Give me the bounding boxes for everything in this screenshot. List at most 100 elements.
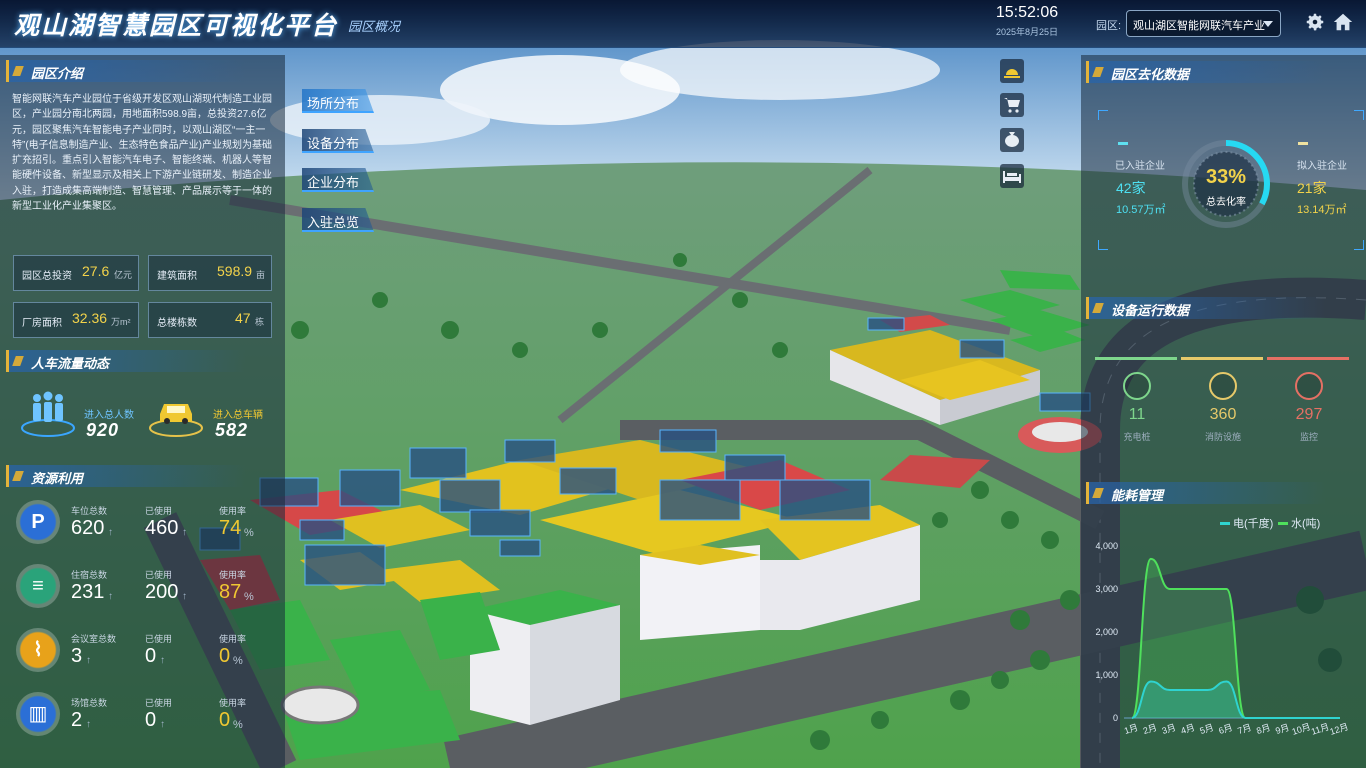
camera-icon — [1295, 372, 1323, 400]
menu-occupancy-overview[interactable]: 入驻总览 — [302, 208, 374, 232]
percent-sign: % — [244, 527, 254, 539]
venue-icon: ▥ — [16, 692, 60, 736]
chevron-down-icon — [1263, 21, 1273, 27]
fire-icon — [1209, 372, 1237, 400]
page-subtitle[interactable]: 园区概况 — [348, 16, 400, 35]
device-bar — [1095, 357, 1177, 360]
park-select-value: 观山湖区智能网联汽车产业 — [1133, 20, 1265, 32]
up-arrow-icon: ↑ — [160, 719, 165, 730]
up-arrow-icon: ↑ — [182, 527, 187, 538]
res-used-value: 200 — [145, 581, 179, 603]
res-total-label: 车位总数 — [71, 506, 108, 516]
stat-factory-area: 厂房面积 32.36 万m² — [13, 302, 139, 338]
legend-label: 电(千度) — [1233, 516, 1273, 530]
x-tick-label: 12月 — [1328, 721, 1349, 736]
car-icon — [149, 404, 203, 437]
menu-venue-distribution[interactable]: 场所分布 — [302, 89, 374, 113]
res-rate-label: 使用率 — [219, 570, 247, 580]
money-bag-icon-button[interactable] — [1000, 128, 1024, 152]
bed-icon — [1003, 171, 1021, 183]
energy-title: 能耗管理 — [1086, 482, 1326, 504]
intro-title: 园区介绍 — [6, 60, 246, 82]
res-used-value: 460 — [145, 517, 179, 539]
occupied-area: 10.57万㎡ — [1116, 204, 1166, 216]
menu-device-distribution[interactable]: 设备分布 — [302, 129, 374, 153]
x-tick-label: 1月 — [1123, 722, 1139, 736]
lamp-icon — [1004, 69, 1020, 78]
occupied-label: 已入驻企业 — [1115, 161, 1165, 172]
up-arrow-icon: ↑ — [108, 591, 113, 602]
y-tick-label: 4,000 — [1095, 541, 1118, 551]
up-arrow-icon: ↑ — [86, 655, 91, 666]
x-tick-label: 5月 — [1198, 722, 1214, 736]
top-header: 观山湖智慧园区可视化平台 园区概况 15:52:06 2025年8月25日 园区… — [0, 0, 1366, 48]
res-total-label: 场馆总数 — [71, 698, 108, 708]
clock: 15:52:06 2025年8月25日 — [990, 4, 1064, 38]
res-rate-label: 使用率 — [219, 698, 247, 708]
up-arrow-icon: ↑ — [108, 527, 113, 538]
x-tick-label: 4月 — [1180, 722, 1196, 736]
device-value: 360 — [1209, 406, 1237, 423]
meeting-icon: ⌇ — [16, 628, 60, 672]
energy-chart: 电(千度) 水(吨) 0 1,000 2,000 3,000 4,000 1月 2月 3月 4月 5月… — [1095, 516, 1349, 737]
cart-icon — [1004, 98, 1020, 113]
up-arrow-icon: ↑ — [182, 591, 187, 602]
legend-label: 水(吨) — [1291, 517, 1320, 530]
occupancy-rate-label: 总去化率 — [1206, 197, 1246, 208]
resources-title: 资源利用 — [6, 465, 246, 487]
legend-swatch — [1220, 522, 1230, 525]
y-tick-label: 2,000 — [1095, 627, 1118, 637]
menu-company-distribution[interactable]: 企业分布 — [302, 168, 374, 192]
parking-icon: P — [16, 500, 60, 544]
lamp-icon-button[interactable] — [1000, 59, 1024, 83]
bed-icon: ≡ — [16, 564, 60, 608]
x-tick-label: 6月 — [1217, 722, 1233, 736]
people-label: 进入总人数 — [84, 410, 134, 421]
planned-label: 拟入驻企业 — [1297, 161, 1347, 172]
up-arrow-icon: ↑ — [86, 719, 91, 730]
money-bag-icon — [1005, 132, 1019, 147]
devices-title: 设备运行数据 — [1086, 297, 1326, 319]
stat-investment: 园区总投资 27.6 亿元 — [13, 255, 139, 291]
planned-area: 13.14万㎡ — [1297, 204, 1347, 216]
gear-icon[interactable] — [1304, 11, 1326, 33]
res-rate-label: 使用率 — [219, 506, 247, 516]
device-value: 297 — [1295, 406, 1323, 423]
vehicle-label: 进入总车辆 — [213, 410, 263, 421]
app-title: 观山湖智慧园区可视化平台 — [14, 12, 339, 40]
percent-sign: % — [233, 719, 243, 731]
device-label: 监控 — [1299, 432, 1318, 442]
res-total-label: 会议室总数 — [71, 634, 117, 644]
device-value: 11 — [1128, 406, 1146, 423]
x-tick-label: 9月 — [1274, 722, 1290, 736]
vehicle-value: 582 — [215, 420, 249, 440]
res-used-value: 0 — [145, 645, 157, 667]
x-tick-label: 2月 — [1142, 722, 1158, 736]
park-select[interactable]: 观山湖区智能网联汽车产业 — [1126, 10, 1281, 37]
res-rate-value: 87 — [219, 581, 242, 603]
res-used-label: 已使用 — [145, 698, 173, 708]
res-rate-value: 0 — [219, 709, 231, 731]
stat-building-count: 总楼栋数 47 栋 — [148, 302, 272, 338]
percent-sign: % — [244, 591, 254, 603]
clock-date: 2025年8月25日 — [995, 27, 1059, 37]
occupancy-rate: 33% — [1205, 166, 1247, 188]
cart-icon-button[interactable] — [1000, 93, 1024, 117]
device-label: 消防设施 — [1204, 432, 1241, 442]
intro-text: 智能网联汽车产业园位于省级开发区观山湖现代制造工业园区，产业园分南北两园，用地面… — [12, 94, 272, 213]
device-bar — [1267, 357, 1349, 360]
res-total-label: 住宿总数 — [71, 570, 108, 580]
y-tick-label: 3,000 — [1095, 584, 1118, 594]
res-used-label: 已使用 — [145, 506, 173, 516]
home-icon[interactable] — [1332, 11, 1354, 33]
percent-sign: % — [233, 655, 243, 667]
res-used-value: 0 — [145, 709, 157, 731]
x-tick-label: 10月 — [1291, 721, 1312, 736]
res-total-value: 3 — [71, 645, 83, 667]
res-used-label: 已使用 — [145, 634, 173, 644]
bed-icon-button[interactable] — [1000, 164, 1024, 188]
y-tick-label: 1,000 — [1095, 670, 1118, 680]
res-total-value: 231 — [71, 581, 105, 603]
x-tick-label: 7月 — [1236, 722, 1252, 736]
stat-building-area: 建筑面积 598.9 亩 — [148, 255, 272, 291]
